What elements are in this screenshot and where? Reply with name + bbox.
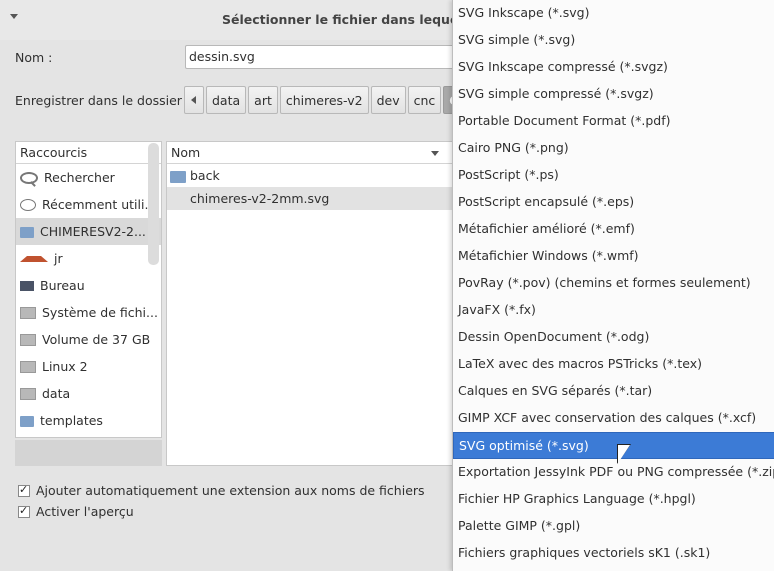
place-label: Volume de 37 GB: [42, 332, 151, 347]
file-list: Nom back chimeres-v2-2mm.svg: [166, 141, 456, 466]
place-label: Système de fichi...: [42, 305, 158, 320]
menu-item[interactable]: Portable Document Format (*.pdf): [453, 108, 774, 135]
place-item[interactable]: Volume de 37 GB: [16, 326, 161, 353]
place-label: Rechercher: [44, 170, 115, 185]
folder-icon: [20, 227, 34, 238]
place-item[interactable]: data: [16, 380, 161, 407]
auto-extension-checkbox[interactable]: Ajouter automatiquement une extension au…: [18, 483, 425, 498]
menu-item[interactable]: PostScript encapsulé (*.eps): [453, 189, 774, 216]
path-bar: data art chimeres-v2 dev cnc CHIM: [184, 86, 493, 114]
place-label: templates: [40, 413, 103, 428]
place-item[interactable]: Linux 2: [16, 353, 161, 380]
file-name: back: [190, 168, 220, 183]
checkbox-label: Ajouter automatiquement une extension au…: [36, 483, 425, 498]
place-label: jr: [54, 251, 63, 266]
menu-item[interactable]: Fichiers graphiques vectoriels sK1 (.sk1…: [453, 540, 774, 567]
sort-arrow-icon: [431, 151, 439, 156]
search-icon: [20, 171, 38, 184]
save-in-label: Enregistrer dans le dossier :: [15, 93, 191, 108]
menu-item[interactable]: SVG Inkscape compressé (*.svgz): [453, 54, 774, 81]
place-item[interactable]: templates: [16, 407, 161, 434]
path-segment-cnc[interactable]: cnc: [407, 86, 442, 114]
menu-item[interactable]: LaTeX avec des macros PSTricks (*.tex): [453, 351, 774, 378]
drive-icon: [20, 360, 36, 373]
menu-item[interactable]: PostScript (*.ps): [453, 162, 774, 189]
menu-item[interactable]: Exportation JessyInk PDF ou PNG compress…: [453, 459, 774, 486]
file-icon: [170, 193, 186, 205]
menu-item[interactable]: Calques en SVG séparés (*.tar): [453, 378, 774, 405]
place-item[interactable]: CHIMERESV2-2...: [16, 218, 161, 245]
menu-item[interactable]: Fichier HP Graphics Language (*.hpgl): [453, 486, 774, 513]
folder-icon: [170, 170, 186, 183]
places-sidebar: Raccourcis Rechercher Récemment utili...…: [15, 141, 162, 438]
menu-item[interactable]: Métafichier amélioré (*.emf): [453, 216, 774, 243]
place-item[interactable]: jr: [16, 245, 161, 272]
checkbox-label: Activer l'aperçu: [36, 504, 134, 519]
menu-item[interactable]: Dessin OpenDocument (*.odg): [453, 324, 774, 351]
drive-icon: [20, 333, 36, 346]
file-type-menu: SVG Inkscape (*.svg) SVG simple (*.svg) SV…: [452, 0, 774, 571]
menu-item[interactable]: Cairo PNG (*.png): [453, 135, 774, 162]
checkbox-checked-icon: [18, 504, 30, 518]
path-segment-art[interactable]: art: [248, 86, 278, 114]
place-item[interactable]: Récemment utili...: [16, 191, 161, 218]
place-label: Bureau: [40, 278, 85, 293]
place-item[interactable]: Rechercher: [16, 164, 161, 191]
places-scrollbar[interactable]: [148, 143, 159, 265]
menu-item[interactable]: GIMP XCF avec conservation des calques (…: [453, 405, 774, 432]
home-icon: [20, 255, 48, 262]
menu-item[interactable]: SVG simple compressé (*.svgz): [453, 81, 774, 108]
places-header: Raccourcis: [16, 142, 161, 164]
folder-icon: [20, 416, 34, 427]
path-segment-data[interactable]: data: [206, 86, 247, 114]
place-label: Récemment utili...: [42, 197, 157, 212]
place-item[interactable]: Système de fichi...: [16, 299, 161, 326]
places-footer: [15, 440, 162, 466]
drive-icon: [20, 306, 36, 319]
file-row[interactable]: back: [167, 164, 455, 187]
clock-icon: [20, 198, 36, 211]
drive-icon: [20, 387, 36, 400]
file-row[interactable]: chimeres-v2-2mm.svg: [167, 187, 455, 210]
menu-item[interactable]: SVG Inkscape (*.svg): [453, 0, 774, 27]
window-menu-icon[interactable]: [10, 14, 18, 19]
place-label: data: [42, 386, 71, 401]
desktop-icon: [20, 280, 34, 291]
column-header-label: Nom: [171, 145, 201, 160]
path-segment-chimeres-v2[interactable]: chimeres-v2: [279, 86, 369, 114]
place-label: CHIMERESV2-2...: [40, 224, 146, 239]
menu-item[interactable]: Métafichier Windows (*.wmf): [453, 243, 774, 270]
name-label: Nom :: [15, 50, 53, 65]
place-item[interactable]: Bureau: [16, 272, 161, 299]
column-header-name[interactable]: Nom: [167, 142, 455, 164]
menu-item[interactable]: Palette GIMP (*.gpl): [453, 513, 774, 540]
path-segment-dev[interactable]: dev: [370, 86, 406, 114]
checkbox-checked-icon: [18, 483, 30, 497]
path-back-button[interactable]: [184, 86, 204, 114]
preview-checkbox[interactable]: Activer l'aperçu: [18, 504, 134, 519]
place-label: Linux 2: [42, 359, 88, 374]
file-name: chimeres-v2-2mm.svg: [190, 191, 330, 206]
menu-item[interactable]: SVG simple (*.svg): [453, 27, 774, 54]
filename-input[interactable]: dessin.svg: [185, 45, 465, 69]
mouse-cursor-fill: [618, 445, 630, 463]
menu-item[interactable]: PovRay (*.pov) (chemins et formes seulem…: [453, 270, 774, 297]
menu-item[interactable]: JavaFX (*.fx): [453, 297, 774, 324]
menu-item[interactable]: SVG optimisé (*.svg): [453, 432, 774, 459]
